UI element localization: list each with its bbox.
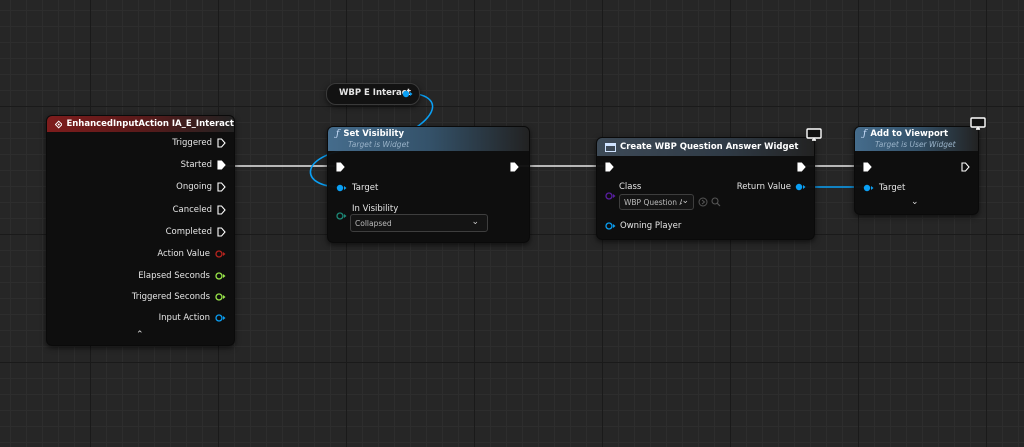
object-pin-icon <box>863 184 874 192</box>
create-widget-header[interactable]: Create WBP Question Answer Widget <box>597 138 814 156</box>
event-node-title: EnhancedInputAction IA_E_Interact <box>66 119 234 129</box>
ongoing-pin[interactable]: Ongoing <box>176 182 226 192</box>
monitor-icon <box>970 117 986 130</box>
owning-player-label: Owning Player <box>620 221 682 231</box>
ongoing-pin-label: Ongoing <box>176 182 212 192</box>
action-value-pin[interactable]: Action Value <box>157 249 226 259</box>
object-pin-icon <box>795 183 806 191</box>
chevron-down-icon[interactable]: ⌄ <box>911 197 919 207</box>
enhanced-input-action-node[interactable]: EnhancedInputAction IA_E_Interact Trigge… <box>46 115 235 346</box>
triggered-pin-label: Triggered <box>172 138 212 148</box>
object-pin-icon <box>336 184 347 192</box>
return-value-pin[interactable]: Return Value <box>737 182 806 192</box>
visibility-dropdown[interactable]: Collapsed ⌄ <box>350 214 488 232</box>
exec-in-pin-icon[interactable] <box>863 162 872 172</box>
canceled-pin[interactable]: Canceled <box>173 205 226 215</box>
function-icon: ƒ <box>336 129 340 139</box>
class-label: Class <box>619 182 642 192</box>
elapsed-seconds-pin-label: Elapsed Seconds <box>138 271 210 281</box>
create-widget-node[interactable]: Create WBP Question Answer Widget Class … <box>596 128 822 240</box>
object-pin-icon <box>605 222 616 230</box>
function-icon: ƒ <box>863 129 867 139</box>
visibility-dropdown-value: Collapsed <box>355 218 392 228</box>
owning-player-pin[interactable]: Owning Player <box>605 221 681 231</box>
chevron-up-icon[interactable]: ⌃ <box>136 330 144 340</box>
add-to-viewport-node[interactable]: ƒ Add to Viewport Target is User Widget … <box>854 117 986 215</box>
set-visibility-title: Set Visibility <box>343 129 404 139</box>
add-to-viewport-subtitle: Target is User Widget <box>875 140 956 149</box>
canceled-pin-label: Canceled <box>172 205 212 215</box>
exec-in-pin-icon[interactable] <box>605 162 614 172</box>
input-action-pin[interactable]: Input Action <box>159 313 226 323</box>
add-to-viewport-header[interactable]: ƒ Add to Viewport Target is User Widget <box>855 127 978 151</box>
float-pin-icon <box>215 293 226 301</box>
exec-pin-icon <box>217 227 226 237</box>
started-pin[interactable]: Started <box>181 160 226 170</box>
in-visibility-label: In Visibility <box>352 204 399 214</box>
elapsed-seconds-pin[interactable]: Elapsed Seconds <box>138 271 226 281</box>
bool-pin-icon <box>215 250 226 258</box>
object-pin-icon <box>215 314 226 322</box>
set-visibility-header[interactable]: ƒ Set Visibility Target is Widget <box>328 127 529 151</box>
monitor-icon <box>806 128 822 141</box>
chevron-down-icon: ⌄ <box>471 217 479 227</box>
started-pin-label: Started <box>180 160 212 170</box>
search-icon[interactable] <box>711 197 721 207</box>
action-value-pin-label: Action Value <box>157 249 210 259</box>
triggered-seconds-pin[interactable]: Triggered Seconds <box>132 292 226 302</box>
create-widget-title: Create WBP Question Answer Widget <box>620 142 799 152</box>
event-node-header[interactable]: EnhancedInputAction IA_E_Interact <box>47 116 234 132</box>
viewport-target-pin[interactable]: Target <box>863 183 905 193</box>
completed-pin-label: Completed <box>165 227 212 237</box>
exec-pin-icon <box>217 182 226 192</box>
exec-out-pin-icon[interactable] <box>510 162 519 172</box>
exec-out-pin-icon[interactable] <box>961 162 970 172</box>
enum-pin-icon <box>336 212 347 220</box>
set-visibility-node[interactable]: ƒ Set Visibility Target is Widget Target… <box>327 126 530 243</box>
input-action-pin-label: Input Action <box>158 313 210 323</box>
exec-out-pin-icon[interactable] <box>797 162 806 172</box>
class-dropdown-value: WBP Question A <box>624 197 682 207</box>
exec-pin-icon <box>217 160 226 170</box>
widget-icon <box>605 142 616 152</box>
class-dropdown[interactable]: WBP Question A ⌄ <box>619 194 694 210</box>
wbp-e-interact-variable-node[interactable]: WBP E Interact <box>326 83 420 105</box>
variable-label: WBP E Interact <box>339 88 411 98</box>
chevron-down-icon: ⌄ <box>681 196 689 206</box>
add-to-viewport-title: Add to Viewport <box>870 129 949 139</box>
float-pin-icon <box>215 272 226 280</box>
browse-arrow-icon[interactable] <box>698 197 708 207</box>
return-value-label: Return Value <box>736 182 791 192</box>
exec-pin-icon <box>217 205 226 215</box>
exec-pin-icon <box>217 138 226 148</box>
exec-in-pin-icon[interactable] <box>336 162 345 172</box>
viewport-target-label: Target <box>879 183 906 193</box>
diamond-event-icon <box>55 119 63 129</box>
triggered-seconds-pin-label: Triggered Seconds <box>131 292 210 302</box>
class-pin-icon <box>605 192 616 200</box>
object-pin-icon[interactable] <box>402 90 413 98</box>
target-pin[interactable]: Target <box>336 183 378 193</box>
completed-pin[interactable]: Completed <box>166 227 226 237</box>
set-visibility-subtitle: Target is Widget <box>348 140 410 149</box>
triggered-pin[interactable]: Triggered <box>172 138 226 148</box>
target-label: Target <box>352 183 379 193</box>
